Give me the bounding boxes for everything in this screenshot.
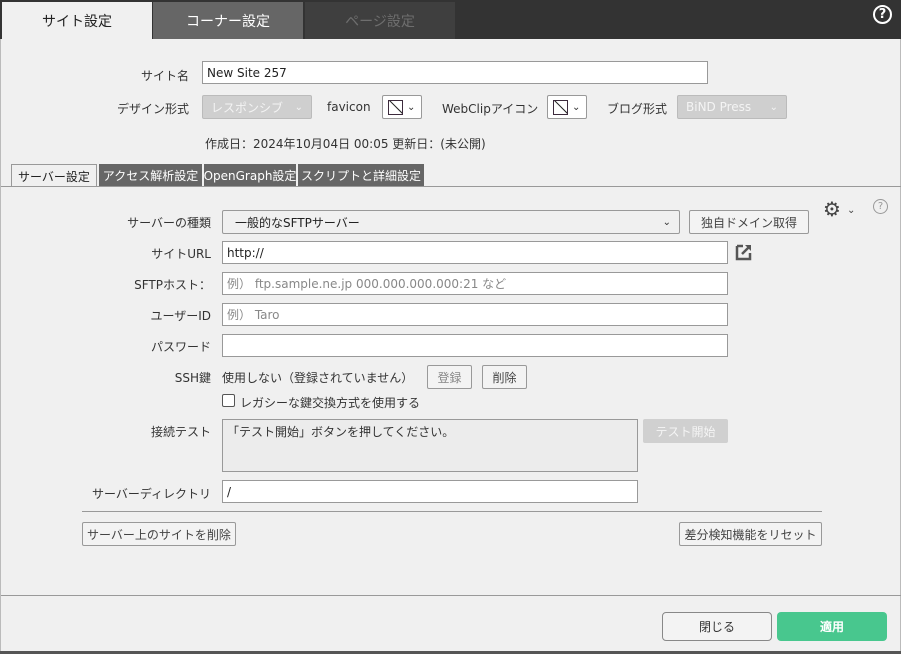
gear-icon[interactable]: ⚙ — [823, 197, 841, 221]
custom-domain-button[interactable]: 独自ドメイン取得 — [689, 210, 809, 234]
server-type-value: 一般的なSFTPサーバー — [235, 215, 360, 230]
design-format-value: レスポンシブ — [211, 100, 284, 115]
user-id-input[interactable]: 例） Taro — [222, 303, 728, 326]
subtab-server-settings[interactable]: サーバー設定 — [11, 164, 97, 187]
site-name-label: サイト名 — [140, 69, 189, 83]
connection-test-label: 接続テスト — [150, 425, 211, 439]
favicon-label: favicon — [327, 100, 371, 114]
chevron-down-icon: ⌄ — [769, 101, 778, 113]
sftp-host-input[interactable]: 例） ftp.sample.ne.jp 000.000.000.000:21 な… — [222, 272, 728, 295]
webclip-select[interactable]: ⌄ — [547, 95, 587, 119]
reset-diff-detection-button[interactable]: 差分検知機能をリセット — [679, 522, 822, 546]
ssh-key-status: 使用しない（登録されていません） — [222, 371, 414, 385]
design-format-label: デザイン形式 — [116, 102, 189, 116]
test-start-button: テスト開始 — [643, 419, 728, 443]
password-label: パスワード — [150, 340, 211, 354]
blog-format-label: ブログ形式 — [607, 102, 668, 116]
no-image-icon — [553, 99, 568, 115]
tab-site-settings[interactable]: サイト設定 — [2, 2, 152, 39]
site-settings-panel: サイト名 New Site 257 デザイン形式 レスポンシブ ⌄ favico… — [0, 39, 901, 654]
footer-divider — [1, 595, 901, 596]
created-updated-dates: 作成日：2024年10月04日 00:05 更新日：(未公開) — [205, 137, 486, 151]
apply-button[interactable]: 適用 — [777, 612, 887, 641]
chevron-down-icon: ⌄ — [572, 101, 581, 113]
subtab-access-analytics[interactable]: アクセス解析設定 — [99, 164, 202, 186]
ssh-register-button[interactable]: 登録 — [427, 365, 472, 389]
site-name-input[interactable]: New Site 257 — [202, 61, 708, 84]
help-icon[interactable]: ? — [873, 199, 888, 214]
blog-format-select: BiND Press ⌄ — [677, 95, 787, 119]
external-link-icon[interactable] — [735, 243, 753, 261]
ssh-key-label: SSH鍵 — [174, 371, 211, 385]
connection-test-output: 「テスト開始」ボタンを押してください。 — [222, 419, 638, 472]
sftp-host-label: SFTPホスト： — [134, 278, 211, 292]
tab-corner-settings[interactable]: コーナー設定 — [153, 2, 303, 39]
server-type-label: サーバーの種類 — [127, 216, 211, 230]
legacy-kex-checkbox[interactable] — [222, 394, 235, 407]
tab-divider — [1, 186, 901, 187]
user-id-label: ユーザーID — [150, 309, 211, 323]
legacy-kex-label: レガシーな鍵交換方式を使用する — [240, 396, 421, 410]
subtab-opengraph[interactable]: OpenGraph設定 — [204, 164, 296, 186]
chevron-down-icon: ⌄ — [407, 101, 416, 113]
subtab-script-advanced[interactable]: スクリプトと詳細設定 — [298, 164, 424, 186]
chevron-down-icon: ⌄ — [294, 101, 303, 113]
blog-format-value: BiND Press — [686, 100, 752, 114]
tab-page-settings: ページ設定 — [305, 2, 455, 39]
no-image-icon — [388, 99, 403, 115]
section-divider — [82, 511, 822, 512]
design-format-select: レスポンシブ ⌄ — [202, 95, 312, 119]
server-directory-input[interactable]: / — [222, 480, 638, 503]
help-icon[interactable]: ? — [873, 5, 892, 24]
chevron-down-icon: ⌄ — [662, 216, 671, 228]
webclip-label: WebClipアイコン — [442, 102, 539, 116]
site-url-label: サイトURL — [151, 247, 211, 261]
server-directory-label: サーバーディレクトリ — [91, 487, 211, 501]
site-url-input[interactable]: http:// — [222, 241, 728, 264]
server-type-select[interactable]: 一般的なSFTPサーバー ⌄ — [222, 210, 680, 234]
close-button[interactable]: 閉じる — [662, 612, 772, 641]
chevron-down-icon[interactable]: ⌄ — [847, 205, 855, 216]
favicon-select[interactable]: ⌄ — [382, 95, 422, 119]
top-bar: サイト設定 コーナー設定 ページ設定 ? — [0, 0, 901, 39]
password-input[interactable] — [222, 334, 728, 357]
ssh-delete-button[interactable]: 削除 — [482, 365, 527, 389]
delete-site-on-server-button[interactable]: サーバー上のサイトを削除 — [82, 522, 236, 546]
